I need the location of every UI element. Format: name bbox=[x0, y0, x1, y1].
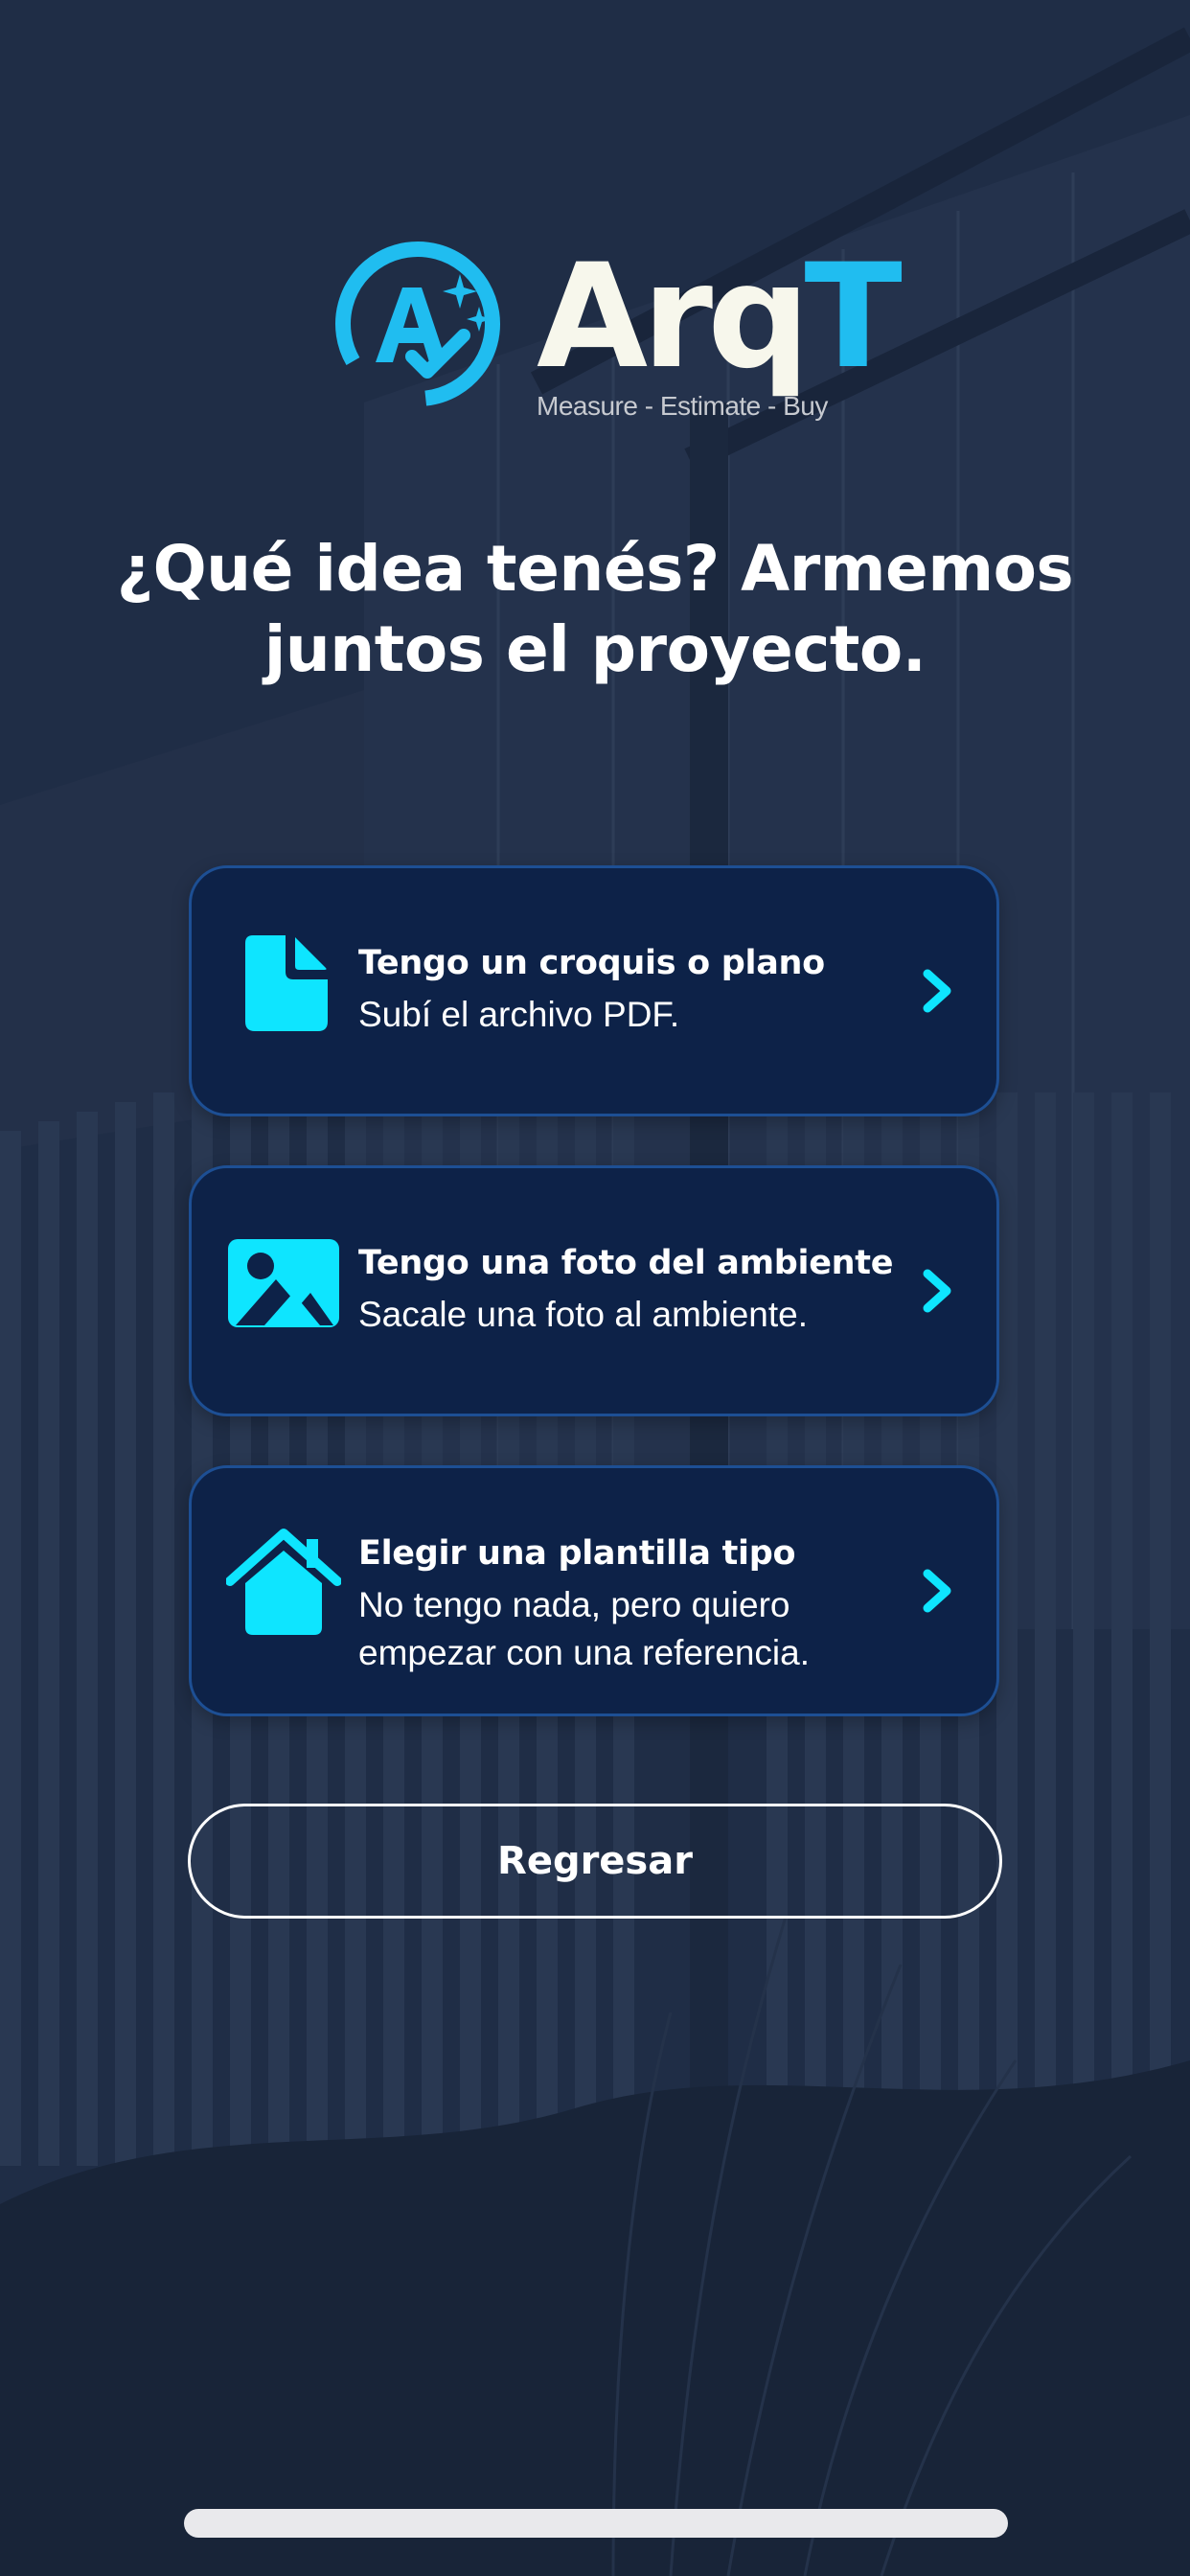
arqt-logo-icon bbox=[335, 242, 500, 406]
option-subtitle: Subí el archivo PDF. bbox=[358, 995, 680, 1034]
option-texts: Tengo una foto del ambiente Sacale una f… bbox=[358, 1241, 895, 1339]
option-subtitle: Sacale una foto al ambiente. bbox=[358, 1295, 808, 1334]
home-indicator[interactable] bbox=[184, 2509, 1008, 2538]
option-title: Tengo una foto del ambiente bbox=[358, 1244, 894, 1282]
document-icon bbox=[245, 935, 328, 1031]
option-card-sketch[interactable]: Tengo un croquis o plano Subí el archivo… bbox=[189, 865, 999, 1116]
brand-name-accent: T bbox=[804, 234, 902, 401]
option-texts: Tengo un croquis o plano Subí el archivo… bbox=[358, 941, 895, 1039]
page-headline: ¿Qué idea tenés? Armemos juntos el proye… bbox=[116, 532, 1074, 686]
brand-name-main: Arq bbox=[537, 234, 810, 401]
chevron-right-icon bbox=[923, 969, 951, 1013]
app-logo: ArqT Measure - Estimate - Buy bbox=[333, 240, 903, 431]
option-card-photo[interactable]: Tengo una foto del ambiente Sacale una f… bbox=[189, 1165, 999, 1416]
option-title: Tengo un croquis o plano bbox=[358, 944, 825, 982]
image-icon bbox=[228, 1239, 339, 1327]
option-card-template[interactable]: Elegir una plantilla tipo No tengo nada,… bbox=[189, 1465, 999, 1716]
back-button[interactable]: Regresar bbox=[188, 1804, 1002, 1919]
brand-wordmark: ArqT bbox=[537, 245, 903, 389]
chevron-right-icon bbox=[923, 1269, 951, 1313]
option-texts: Elegir una plantilla tipo No tengo nada,… bbox=[358, 1531, 895, 1677]
option-title: Elegir una plantilla tipo bbox=[358, 1534, 796, 1573]
house-icon bbox=[226, 1529, 341, 1635]
option-subtitle: No tengo nada, pero quiero empezar con u… bbox=[358, 1585, 810, 1672]
brand-tagline: Measure - Estimate - Buy bbox=[537, 391, 828, 421]
chevron-right-icon bbox=[923, 1569, 951, 1613]
